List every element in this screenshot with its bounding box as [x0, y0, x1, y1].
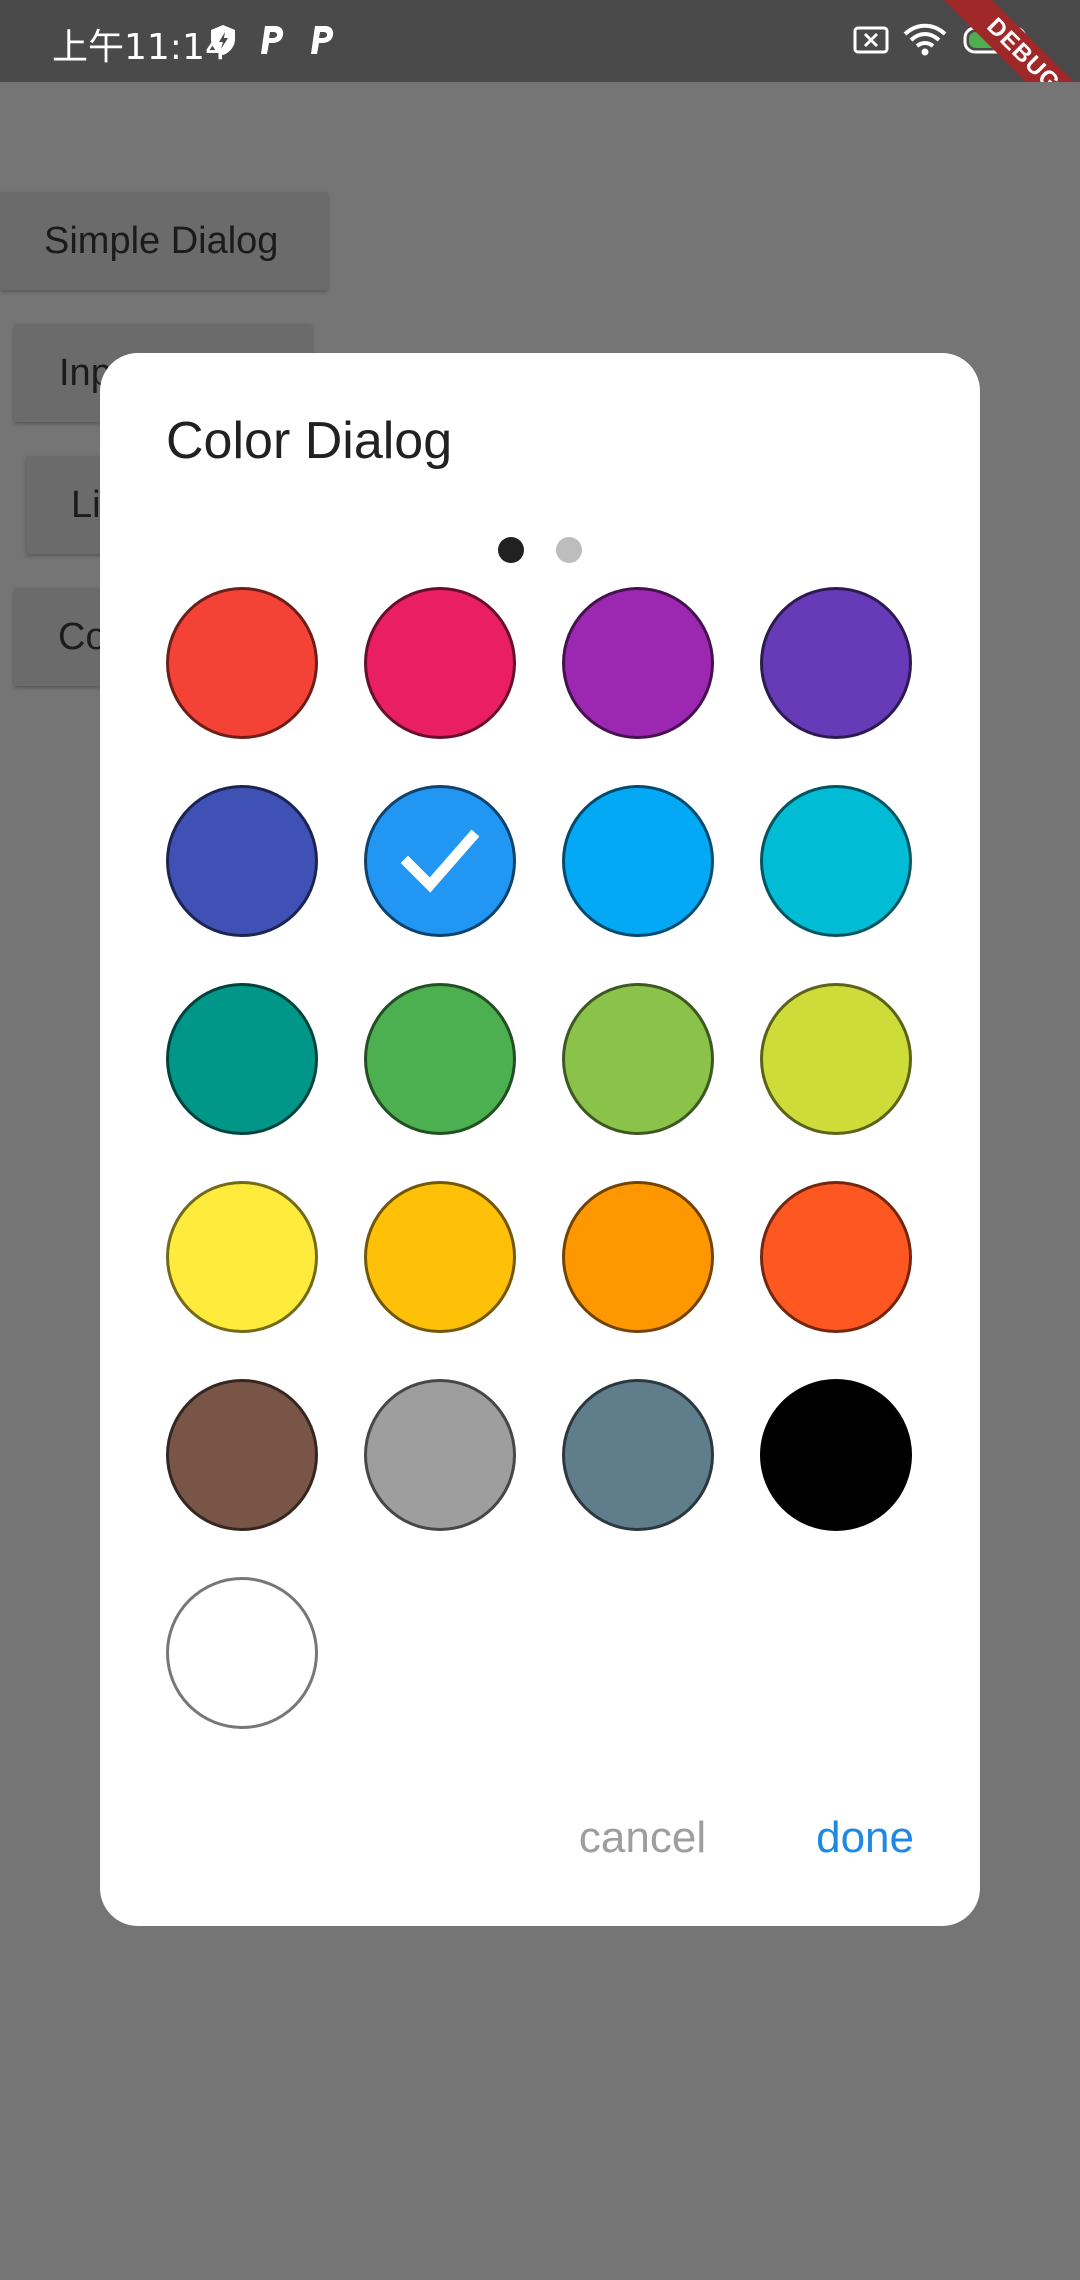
- done-button[interactable]: done: [816, 1813, 914, 1863]
- dialog-actions: cancel done: [579, 1813, 914, 1863]
- color-swatch[interactable]: [166, 1379, 318, 1531]
- status-time: 上午11:14: [52, 27, 228, 68]
- dialog-title: Color Dialog: [166, 412, 453, 470]
- color-swatch[interactable]: [364, 1379, 516, 1531]
- color-swatch[interactable]: [562, 1379, 714, 1531]
- color-swatch[interactable]: [166, 587, 318, 739]
- color-swatch[interactable]: [562, 1181, 714, 1333]
- color-swatch[interactable]: [562, 587, 714, 739]
- parking-icon: [258, 20, 288, 60]
- page-dot[interactable]: [498, 537, 524, 563]
- simple-dialog-button[interactable]: Simple Dialog: [0, 192, 328, 290]
- color-swatch-grid: [166, 587, 916, 1729]
- color-swatch[interactable]: [760, 1379, 912, 1531]
- cancel-button[interactable]: cancel: [579, 1813, 706, 1863]
- color-swatch[interactable]: [166, 1577, 318, 1729]
- color-swatch[interactable]: [166, 785, 318, 937]
- color-swatch[interactable]: [760, 1181, 912, 1333]
- color-swatch[interactable]: [364, 983, 516, 1135]
- check-icon: [400, 829, 480, 893]
- color-swatch[interactable]: [562, 983, 714, 1135]
- color-swatch[interactable]: [760, 983, 912, 1135]
- page-dot[interactable]: [556, 537, 582, 563]
- color-swatch[interactable]: [562, 785, 714, 937]
- color-swatch[interactable]: [364, 587, 516, 739]
- parking-icon: [308, 20, 338, 60]
- color-swatch[interactable]: [364, 785, 516, 937]
- color-dialog: Color Dialog cancel done: [100, 353, 980, 1926]
- wifi-icon: [902, 20, 948, 60]
- shield-icon: [208, 20, 238, 60]
- page-indicator: [100, 537, 980, 565]
- color-swatch[interactable]: [760, 587, 912, 739]
- color-swatch[interactable]: [760, 785, 912, 937]
- color-swatch[interactable]: [166, 983, 318, 1135]
- color-swatch[interactable]: [166, 1181, 318, 1333]
- color-swatch[interactable]: [364, 1181, 516, 1333]
- status-bar: 上午11:14 DEBUG: [0, 0, 1080, 156]
- sim-off-icon: [852, 20, 890, 60]
